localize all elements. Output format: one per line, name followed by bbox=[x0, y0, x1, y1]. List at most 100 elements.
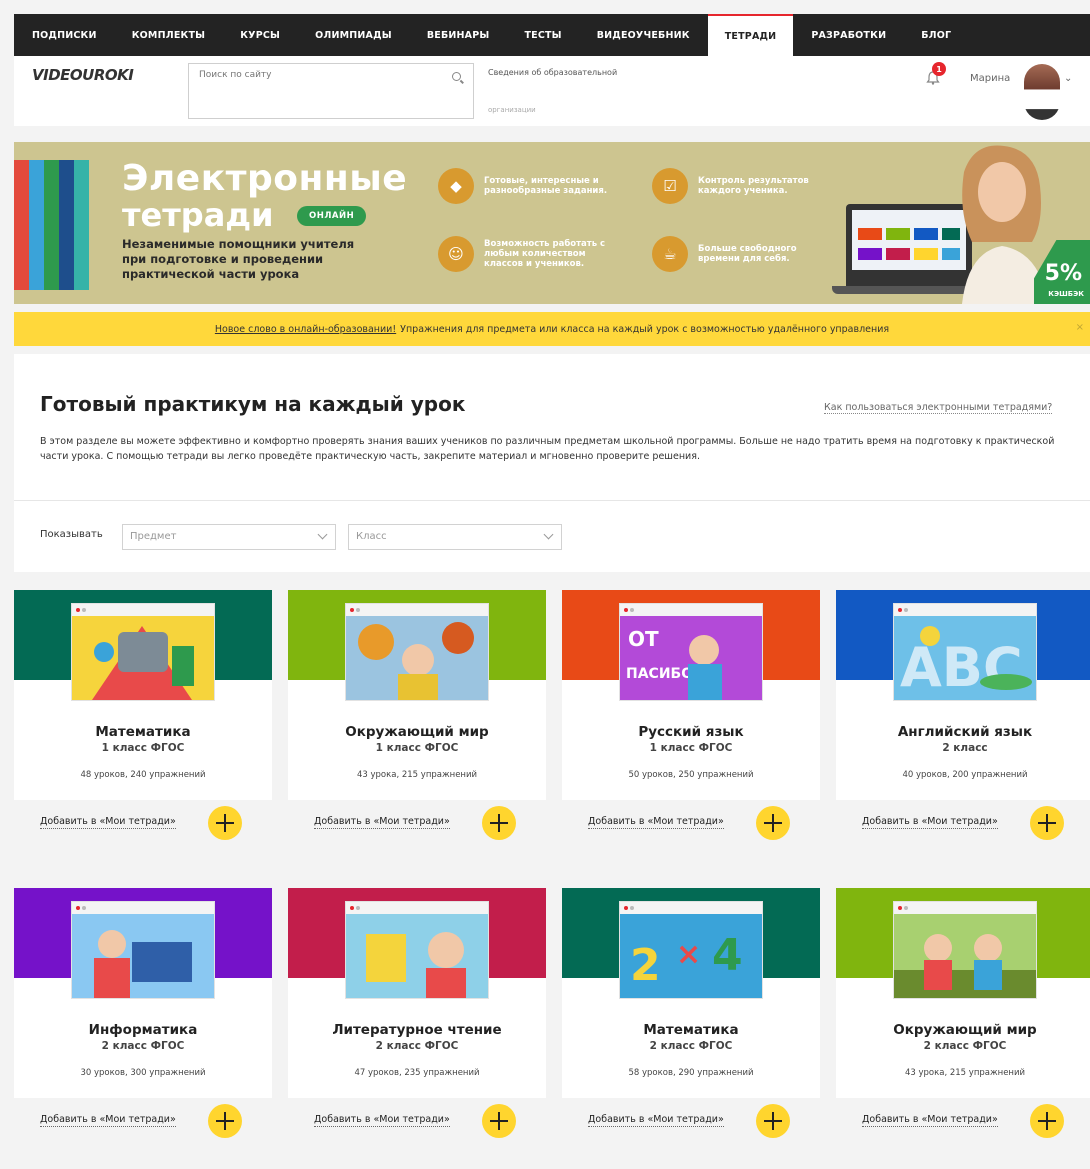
edu-info-link[interactable]: Сведения об образовательной bbox=[488, 68, 617, 77]
notebook-card[interactable]: Литературное чтение 2 класс ФГОС 47 уроков… bbox=[288, 888, 546, 1140]
add-to-my-notebooks-link[interactable]: Добавить в «Мои тетради» bbox=[588, 816, 724, 829]
subject-select-value: Предмет bbox=[130, 531, 177, 542]
plus-icon[interactable] bbox=[1030, 806, 1064, 840]
feature-text: Возможность работать с любым количеством… bbox=[484, 239, 606, 269]
svg-text:ОТ: ОТ bbox=[628, 627, 659, 651]
nav-item-olympiads[interactable]: ОЛИМПИАДЫ bbox=[315, 14, 392, 56]
nav-item-notebooks[interactable]: ТЕТРАДИ bbox=[707, 14, 794, 56]
add-to-my-notebooks-link[interactable]: Добавить в «Мои тетради» bbox=[40, 816, 176, 829]
card-thumbnail[interactable]: ABC bbox=[894, 604, 1036, 700]
nav-item-tests[interactable]: ТЕСТЫ bbox=[524, 14, 561, 56]
notebook-card[interactable]: Математика 1 класс ФГОС 48 уроков, 240 упр… bbox=[14, 590, 272, 842]
banner-title-line1: Электронные bbox=[122, 158, 408, 199]
card-footer: Добавить в «Мои тетради» bbox=[836, 800, 1090, 842]
card-thumbnail[interactable] bbox=[894, 902, 1036, 998]
how-to-use-link[interactable]: Как пользоваться электронными тетрадями? bbox=[824, 402, 1053, 414]
plus-icon[interactable] bbox=[1030, 1104, 1064, 1138]
plus-icon[interactable] bbox=[482, 806, 516, 840]
card-stats: 30 уроков, 300 упражнений bbox=[80, 1068, 206, 1078]
card-stats: 47 уроков, 235 упражнений bbox=[354, 1068, 480, 1078]
card-grade: 2 класс ФГОС bbox=[923, 1040, 1007, 1052]
card-thumbnail[interactable] bbox=[72, 902, 214, 998]
avatar[interactable] bbox=[1024, 64, 1060, 120]
banner-feature: ◆ Готовые, интересные и разнообразные за… bbox=[438, 168, 624, 204]
card-footer: Добавить в «Мои тетради» bbox=[14, 800, 272, 842]
add-to-my-notebooks-link[interactable]: Добавить в «Мои тетради» bbox=[40, 1114, 176, 1127]
chevron-down-icon bbox=[543, 529, 554, 540]
nav-item-developments[interactable]: РАЗРАБОТКИ bbox=[811, 14, 886, 56]
banner-title-line2: тетради bbox=[122, 196, 274, 234]
search-input[interactable] bbox=[199, 70, 429, 80]
add-to-my-notebooks-link[interactable]: Добавить в «Мои тетради» bbox=[314, 1114, 450, 1127]
card-title[interactable]: Русский язык bbox=[562, 724, 820, 740]
card-thumbnail[interactable] bbox=[72, 604, 214, 700]
notebook-card[interactable]: Информатика 2 класс ФГОС 30 уроков, 300 уп… bbox=[14, 888, 272, 1140]
card-title[interactable]: Информатика bbox=[14, 1022, 272, 1038]
nav-item-subscriptions[interactable]: ПОДПИСКИ bbox=[32, 14, 97, 56]
plus-icon[interactable] bbox=[208, 806, 242, 840]
notebook-card[interactable]: Окружающий мир 1 класс ФГОС 43 урока, 215 … bbox=[288, 590, 546, 842]
card-thumbnail[interactable]: ОТ ПАСИБО bbox=[620, 604, 762, 700]
people-icon: ☺ bbox=[438, 236, 474, 272]
card-title[interactable]: Математика bbox=[562, 1022, 820, 1038]
svg-text:ПАСИБО: ПАСИБО bbox=[626, 666, 693, 682]
notebook-card[interactable]: ОТ ПАСИБО Русский язык 1 класс ФГОС 50 уроко… bbox=[562, 590, 820, 842]
card-title[interactable]: Английский язык bbox=[836, 724, 1090, 740]
card-title[interactable]: Окружающий мир bbox=[288, 724, 546, 740]
card-grade: 1 класс ФГОС bbox=[649, 742, 733, 754]
plus-icon[interactable] bbox=[482, 1104, 516, 1138]
site-header: VIDEOUROKI Сведения об образовательной о… bbox=[14, 56, 1090, 126]
notebook-card[interactable]: ABC Английский язык 2 класс 40 уроков, 200 … bbox=[836, 590, 1090, 842]
plus-icon[interactable] bbox=[756, 1104, 790, 1138]
card-grade: 2 класс bbox=[942, 742, 988, 754]
notification-badge: 1 bbox=[932, 62, 946, 76]
card-stats: 43 урока, 215 упражнений bbox=[904, 1068, 1026, 1078]
card-title[interactable]: Математика bbox=[14, 724, 272, 740]
add-to-my-notebooks-link[interactable]: Добавить в «Мои тетради» bbox=[314, 816, 450, 829]
edu-info-link-line2[interactable]: организации bbox=[488, 106, 536, 114]
promo-banner[interactable]: Электронные тетради ОНЛАЙН Незаменимые п… bbox=[14, 142, 1090, 304]
plus-icon[interactable] bbox=[756, 806, 790, 840]
nav-item-webinars[interactable]: ВЕБИНАРЫ bbox=[427, 14, 490, 56]
site-logo[interactable]: VIDEOUROKI bbox=[32, 66, 134, 84]
card-stats: 50 уроков, 250 упражнений bbox=[628, 770, 754, 780]
notebook-card[interactable]: 2 × 4 Математика 2 класс ФГОС 58 уроков, 290 … bbox=[562, 888, 820, 1140]
logo-text: VIDEOUROKI bbox=[32, 66, 134, 84]
notice-link[interactable]: Новое слово в онлайн-образовании! bbox=[215, 324, 396, 335]
card-stats: 43 урока, 215 упражнений bbox=[356, 770, 478, 780]
nav-item-courses[interactable]: КУРСЫ bbox=[240, 14, 280, 56]
card-thumbnail[interactable]: 2 × 4 bbox=[620, 902, 762, 998]
notebook-card[interactable]: Окружающий мир 2 класс ФГОС 43 урока, 215 … bbox=[836, 888, 1090, 1140]
card-title[interactable]: Литературное чтение bbox=[288, 1022, 546, 1038]
card-thumbnail[interactable] bbox=[346, 902, 488, 998]
banner-feature: ☕ Больше свободного времени для себя. bbox=[652, 236, 838, 272]
card-grade: 2 класс ФГОС bbox=[375, 1040, 459, 1052]
user-name[interactable]: Марина bbox=[970, 73, 1010, 84]
card-grade: 2 класс ФГОС bbox=[649, 1040, 733, 1052]
nav-item-kits[interactable]: КОМПЛЕКТЫ bbox=[132, 14, 206, 56]
checklist-icon: ☑ bbox=[652, 168, 688, 204]
add-to-my-notebooks-link[interactable]: Добавить в «Мои тетради» bbox=[588, 1114, 724, 1127]
search-icon[interactable] bbox=[452, 72, 461, 81]
svg-text:4: 4 bbox=[712, 930, 743, 981]
cashback-percent: 5% bbox=[1044, 261, 1082, 286]
card-title[interactable]: Окружающий мир bbox=[836, 1022, 1090, 1038]
nav-item-blog[interactable]: БЛОГ bbox=[921, 14, 951, 56]
grade-select-value: Класс bbox=[356, 531, 387, 542]
card-grade: 2 класс ФГОС bbox=[101, 1040, 185, 1052]
nav-item-video-textbook[interactable]: ВИДЕОУЧЕБНИК bbox=[597, 14, 690, 56]
card-footer: Добавить в «Мои тетради» bbox=[562, 1098, 820, 1140]
card-thumbnail[interactable] bbox=[346, 604, 488, 700]
card-stats: 48 уроков, 240 упражнений bbox=[80, 770, 206, 780]
card-stats: 40 уроков, 200 упражнений bbox=[902, 770, 1028, 780]
add-to-my-notebooks-link[interactable]: Добавить в «Мои тетради» bbox=[862, 816, 998, 829]
chevron-down-icon[interactable]: ⌄ bbox=[1064, 73, 1072, 84]
card-footer: Добавить в «Мои тетради» bbox=[836, 1098, 1090, 1140]
plus-icon[interactable] bbox=[208, 1104, 242, 1138]
subject-select[interactable]: Предмет bbox=[122, 524, 336, 550]
card-stats: 58 уроков, 290 упражнений bbox=[628, 1068, 754, 1078]
feature-text: Контроль результатов каждого ученика. bbox=[698, 176, 809, 196]
add-to-my-notebooks-link[interactable]: Добавить в «Мои тетради» bbox=[862, 1114, 998, 1127]
grade-select[interactable]: Класс bbox=[348, 524, 562, 550]
close-icon[interactable]: × bbox=[1076, 322, 1084, 333]
